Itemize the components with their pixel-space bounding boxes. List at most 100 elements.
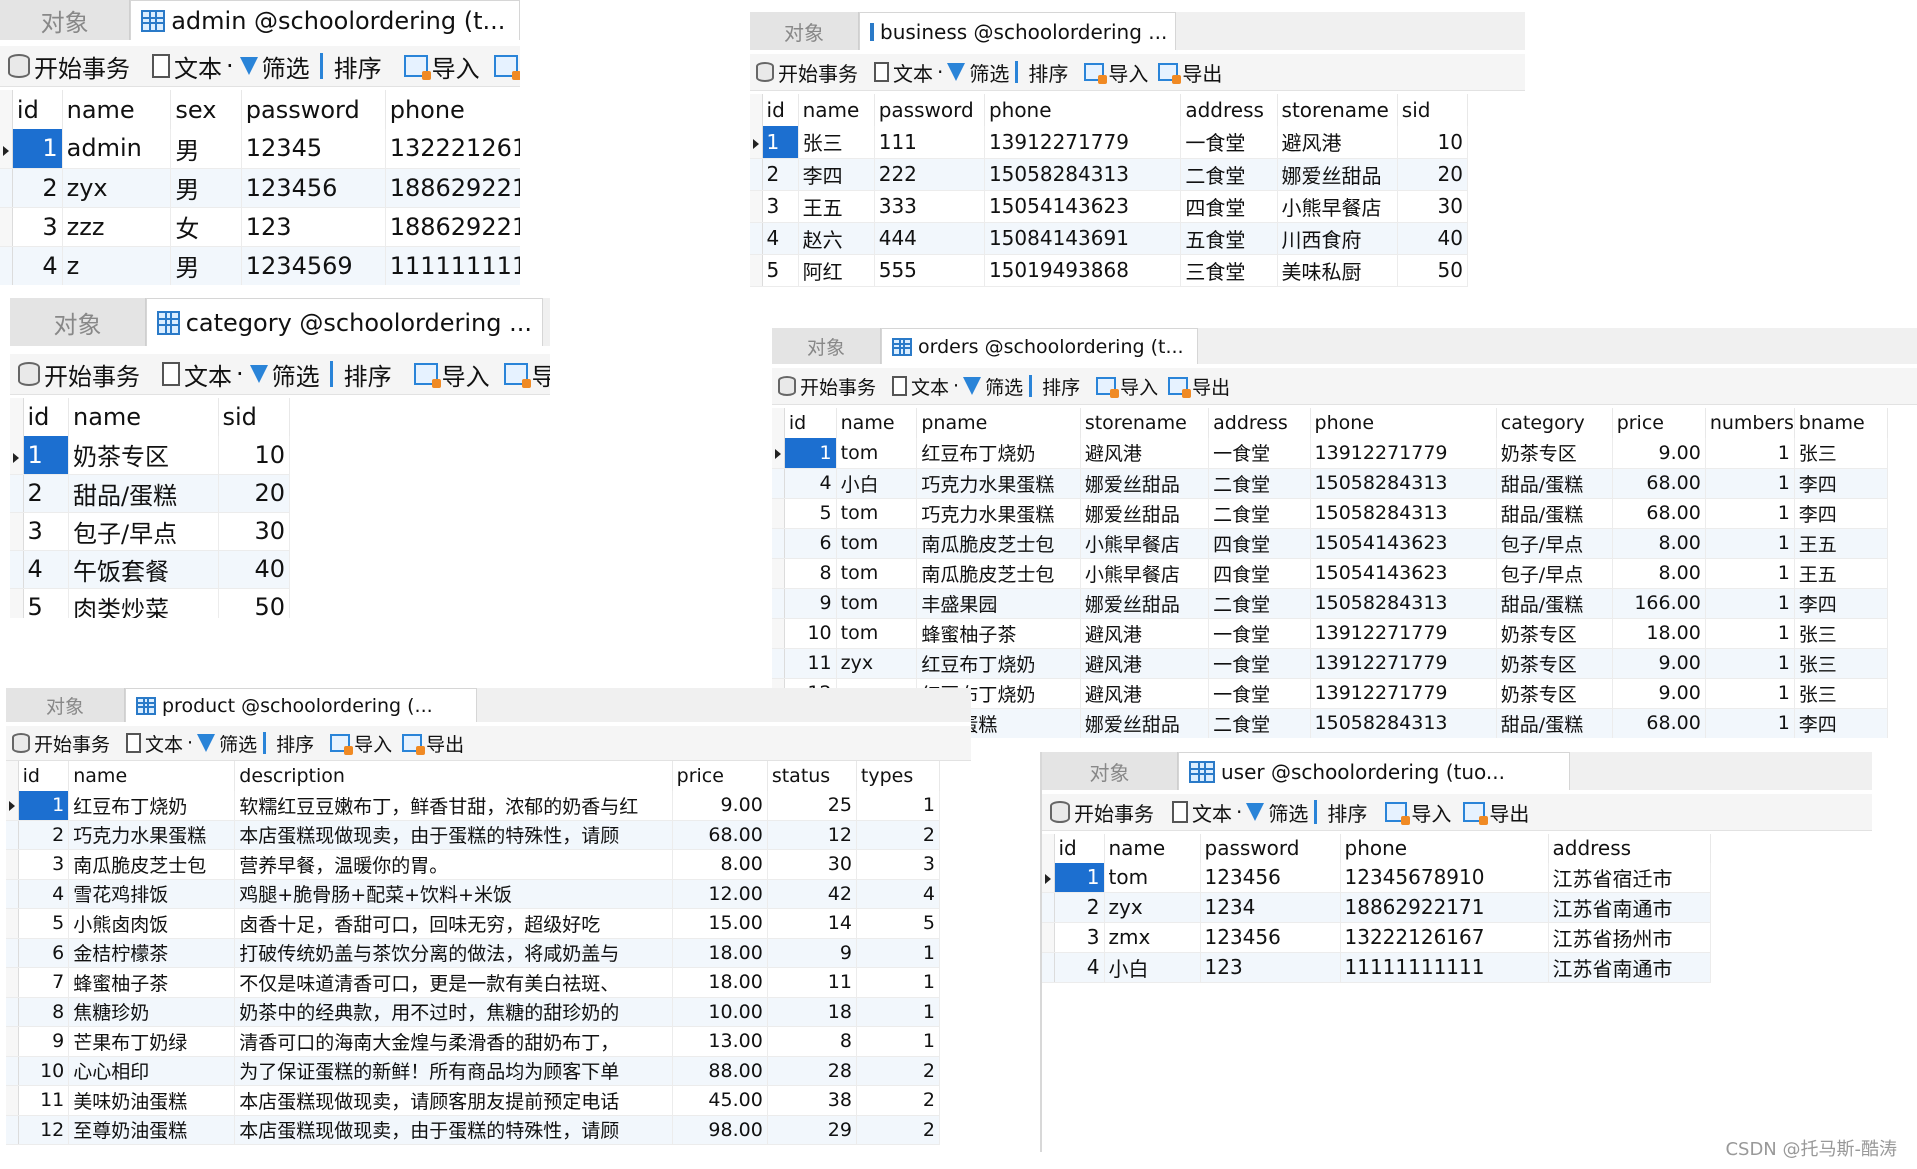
cell-category[interactable]: 奶茶专区	[1496, 618, 1613, 649]
cell-price[interactable]: 68.00	[1612, 468, 1706, 499]
cell-price[interactable]: 12.00	[672, 879, 768, 909]
cell-category[interactable]: 甜品/蛋糕	[1496, 588, 1613, 619]
cell-price[interactable]: 8.00	[1612, 558, 1706, 589]
cell-password[interactable]: 123456	[241, 168, 386, 208]
cell-address[interactable]: 二食堂	[1208, 588, 1311, 619]
cell-storename[interactable]: 小熊早餐店	[1080, 558, 1210, 589]
cell-id[interactable]: 8	[784, 558, 837, 589]
row-selector[interactable]	[750, 190, 763, 223]
cell-storename[interactable]: 避风港	[1080, 678, 1210, 709]
cell-sex[interactable]: 男	[170, 129, 242, 169]
export-button[interactable]: 导出	[1463, 798, 1529, 827]
cell-phone[interactable]: 13912271779	[1310, 438, 1497, 469]
cell-name[interactable]: 奶茶专区	[68, 436, 219, 475]
cell-description[interactable]: 奶茶中的经典款，用不过时，焦糖的甜珍奶的	[234, 997, 673, 1027]
cell-address[interactable]: 三食堂	[1180, 254, 1278, 287]
cell-types[interactable]: 2	[856, 1056, 941, 1086]
cell-address[interactable]: 江苏省扬州市	[1548, 922, 1711, 953]
table-row[interactable]: 2 巧克力水果蛋糕 本店蛋糕现做现卖，由于蛋糕的特殊性，请顾 68.00 12 2	[6, 820, 941, 850]
cell-storename[interactable]: 美味私厨	[1277, 254, 1398, 287]
cell-id[interactable]: 2	[1054, 892, 1105, 923]
row-selector[interactable]	[6, 967, 19, 998]
export-button[interactable]: 导出	[1158, 58, 1222, 87]
cell-phone[interactable]: 15084143691	[984, 222, 1182, 255]
tab-business[interactable]: business @schoolordering ...	[859, 12, 1176, 50]
cell-price[interactable]: 45.00	[672, 1085, 768, 1116]
cell-numbers[interactable]: 1	[1705, 678, 1795, 709]
cell-storename[interactable]: 避风港	[1080, 618, 1210, 649]
cell-status[interactable]: 38	[767, 1085, 857, 1116]
cell-password[interactable]: 222	[874, 158, 985, 191]
column-header-password[interactable]: password	[874, 94, 985, 126]
column-header-name[interactable]: name	[68, 761, 236, 791]
cell-status[interactable]: 28	[767, 1056, 857, 1086]
cell-bname[interactable]: 王五	[1794, 558, 1889, 589]
row-selector[interactable]	[6, 1026, 19, 1057]
cell-name[interactable]: tom	[836, 588, 918, 619]
cell-price[interactable]: 9.00	[1612, 438, 1706, 469]
cell-status[interactable]: 8	[767, 1026, 857, 1057]
row-selector[interactable]	[6, 849, 19, 880]
cell-pname[interactable]: 巧克力水果蛋糕	[916, 468, 1081, 499]
column-header-address[interactable]: address	[1548, 834, 1711, 863]
cell-types[interactable]: 5	[856, 908, 941, 939]
column-header-name[interactable]: name	[798, 94, 875, 126]
cell-status[interactable]: 30	[767, 849, 857, 880]
cell-id[interactable]: 6	[784, 528, 837, 559]
cell-price[interactable]: 18.00	[1612, 618, 1706, 649]
cell-id[interactable]: 9	[18, 1026, 70, 1057]
cell-password[interactable]: 111	[874, 126, 985, 159]
table-row[interactable]: 4 午饭套餐 40	[10, 550, 290, 589]
cell-status[interactable]: 9	[767, 938, 857, 968]
cell-name[interactable]: 李四	[798, 158, 875, 191]
table-row[interactable]: 1 张三 111 13912271779 一食堂 避风港 10	[750, 126, 1469, 159]
filter-button[interactable]: 筛选	[249, 357, 320, 392]
row-selector[interactable]	[1042, 892, 1055, 923]
cell-id[interactable]: 12	[18, 1115, 70, 1145]
table-row[interactable]: 8 焦糖珍奶 奶茶中的经典款，用不过时，焦糖的甜珍奶的 10.00 18 1	[6, 997, 941, 1027]
cell-description[interactable]: 软糯红豆豆嫩布丁，鲜香甘甜，浓郁的奶香与红	[234, 790, 673, 821]
table-row[interactable]: 2zyx男12345618862922171	[0, 168, 520, 208]
sort-button[interactable]: 排序	[329, 357, 392, 392]
current-row-indicator[interactable]	[10, 436, 24, 475]
cell-name[interactable]: tom	[1104, 862, 1201, 893]
column-header-category[interactable]: category	[1496, 408, 1613, 438]
table-row[interactable]: 4 小白 巧克力水果蛋糕 娜爱丝甜品 二食堂 15058284313 甜品/蛋糕 68.00 1…	[772, 468, 1889, 499]
table-row[interactable]: 10 tom 蜂蜜柚子茶 避风港 一食堂 13912271779 奶茶专区 18.00 1 张三	[772, 618, 1889, 649]
tab-admin[interactable]: admin @schoolordering (t...	[130, 0, 520, 40]
cell-types[interactable]: 1	[856, 997, 941, 1027]
cell-category[interactable]: 甜品/蛋糕	[1496, 498, 1613, 529]
row-selector[interactable]	[750, 222, 763, 255]
cell-bname[interactable]: 李四	[1794, 588, 1889, 619]
column-header-phone[interactable]: phone	[984, 94, 1182, 126]
cell-name[interactable]: 小白	[836, 468, 918, 499]
cell-bname[interactable]: 张三	[1794, 438, 1889, 469]
cell-phone[interactable]: 18862922171	[385, 168, 520, 208]
cell-id[interactable]: 5	[784, 498, 837, 529]
cell-description[interactable]: 营养早餐，温暖你的胃。	[234, 849, 673, 880]
cell-password[interactable]: 12345	[241, 129, 386, 169]
cell-id[interactable]: 3	[1054, 922, 1105, 953]
row-selector[interactable]	[6, 1056, 19, 1086]
cell-numbers[interactable]: 1	[1705, 468, 1795, 499]
column-header-status[interactable]: status	[767, 761, 857, 791]
row-selector[interactable]	[6, 1115, 19, 1145]
cell-phone[interactable]: 15058284313	[1310, 708, 1497, 738]
cell-types[interactable]: 4	[856, 879, 941, 909]
import-button[interactable]: 导入	[413, 357, 490, 392]
cell-numbers[interactable]: 1	[1705, 618, 1795, 649]
cell-pname[interactable]: 红豆布丁烧奶	[916, 438, 1081, 469]
cell-phone[interactable]: 12345678910	[1340, 862, 1549, 893]
cell-phone[interactable]: 15054143623	[1310, 558, 1497, 589]
cell-types[interactable]: 1	[856, 790, 941, 821]
cell-category[interactable]: 奶茶专区	[1496, 438, 1613, 469]
column-header-password[interactable]: password	[241, 90, 386, 129]
filter-button[interactable]: 筛选	[197, 730, 257, 757]
cell-category[interactable]: 甜品/蛋糕	[1496, 468, 1613, 499]
import-button[interactable]: 导入	[330, 730, 392, 757]
cell-pname[interactable]: 蜂蜜柚子茶	[916, 618, 1081, 649]
cell-pname[interactable]: 丰盛果园	[916, 588, 1081, 619]
table-row[interactable]: 2 zyx 1234 18862922171 江苏省南通市	[1042, 892, 1711, 923]
column-header-pname[interactable]: pname	[916, 408, 1081, 438]
cell-price[interactable]: 15.00	[672, 908, 768, 939]
